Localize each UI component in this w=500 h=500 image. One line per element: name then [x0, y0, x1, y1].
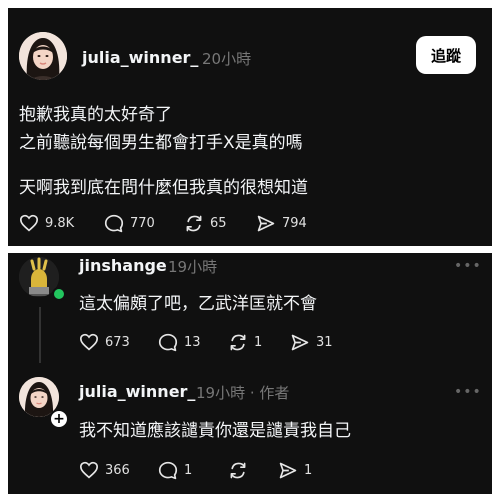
send-icon: [256, 214, 276, 233]
reply-timestamp-author: 19小時 · 作者: [196, 384, 290, 402]
plus-icon: +: [53, 411, 65, 427]
share-button[interactable]: 794: [256, 214, 307, 233]
repost-icon: [228, 461, 248, 480]
repost-button[interactable]: 1: [228, 333, 262, 352]
heart-icon: [19, 214, 39, 232]
send-icon: [290, 333, 310, 352]
comment-button[interactable]: 770: [104, 214, 155, 233]
share-count: 1: [304, 463, 313, 478]
share-button[interactable]: 31: [290, 333, 333, 352]
comment-count: 770: [130, 216, 155, 231]
comment-count: 1: [184, 463, 193, 478]
like-count: 366: [105, 462, 130, 478]
comment-icon: [104, 214, 124, 233]
comment-icon: [158, 333, 178, 352]
repost-button[interactable]: 65: [184, 214, 227, 233]
repost-count: 1: [254, 335, 263, 350]
more-options-icon[interactable]: •••: [454, 384, 482, 400]
repost-icon: [184, 214, 204, 233]
repost-icon: [228, 333, 248, 352]
like-button[interactable]: 9.8K: [19, 214, 74, 232]
like-count: 9.8K: [45, 215, 75, 231]
like-button[interactable]: 366: [79, 461, 130, 479]
reply-username[interactable]: jinshange: [79, 256, 167, 275]
post-text-line-3: 天啊我到底在問什麼但我真的很想知道: [19, 178, 308, 198]
repost-button[interactable]: [228, 461, 254, 480]
post-text-line-2: 之前聽說每個男生都會打手X是真的嗎: [19, 133, 303, 153]
repost-count: 65: [210, 216, 227, 231]
replies-card: jinshange 19小時 ••• 這太偏頗了吧，乙武洋匡就不會 673 13…: [8, 253, 492, 494]
reply-timestamp: 19小時: [168, 258, 218, 276]
thread-line: [39, 307, 41, 363]
heart-icon: [79, 333, 99, 351]
comment-button[interactable]: 13: [158, 333, 201, 352]
comment-count: 13: [184, 335, 201, 350]
post-text-line-1: 抱歉我真的太好奇了: [19, 105, 172, 125]
main-post-card: julia_winner_ 20小時 追蹤 抱歉我真的太好奇了 之前聽說每個男生…: [8, 8, 492, 246]
comment-icon: [158, 461, 178, 480]
like-button[interactable]: 673: [79, 333, 130, 351]
like-count: 673: [105, 334, 130, 350]
follow-plus-badge[interactable]: +: [49, 409, 69, 429]
avatar[interactable]: [19, 32, 67, 80]
comment-button[interactable]: 1: [158, 461, 192, 480]
follow-button[interactable]: 追蹤: [416, 36, 476, 74]
online-status-dot: [52, 287, 66, 301]
reply-username[interactable]: julia_winner_: [79, 382, 195, 401]
post-username[interactable]: julia_winner_: [82, 48, 198, 67]
more-options-icon[interactable]: •••: [454, 258, 482, 274]
share-count: 794: [282, 216, 307, 231]
reply-text: 我不知道應該譴責你還是譴責我自己: [79, 421, 351, 441]
post-timestamp: 20小時: [202, 50, 252, 68]
send-icon: [278, 461, 298, 480]
share-button[interactable]: 1: [278, 461, 312, 480]
heart-icon: [79, 461, 99, 479]
reply-text: 這太偏頗了吧，乙武洋匡就不會: [79, 294, 317, 314]
share-count: 31: [316, 335, 333, 350]
